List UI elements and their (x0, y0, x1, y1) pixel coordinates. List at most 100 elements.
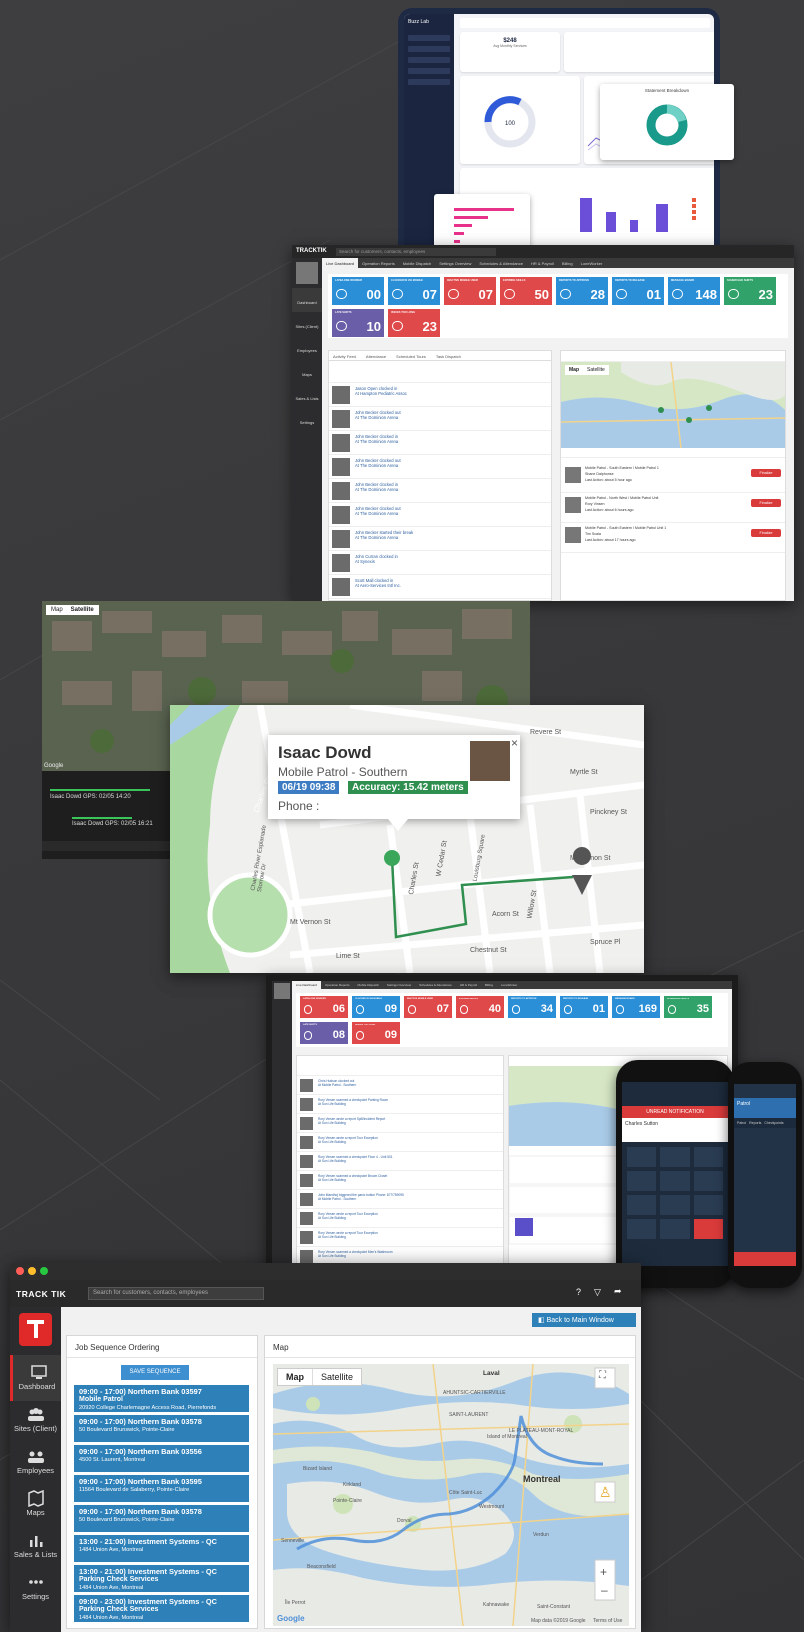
job-item[interactable]: 09:00 - 17:00) Northern Bank 03556 4500 S… (74, 1445, 249, 1472)
stat-tile[interactable]: REPORTS TO APPROVE 34 (508, 996, 556, 1018)
map-tab-map[interactable]: Map (278, 1369, 312, 1385)
nav-sites[interactable]: Sites (Client) (292, 312, 322, 336)
finalize-button[interactable]: Finalize (751, 469, 781, 477)
stat-tile[interactable]: LATE/LONE WORKER 06 (300, 996, 348, 1018)
back-to-main-button[interactable]: ◧ Back to Main Window (532, 1313, 636, 1327)
tab-billing[interactable]: Billing (481, 981, 497, 989)
finalize-button[interactable]: Finalize (751, 529, 781, 537)
stat-tile[interactable]: REPORTS TO RELEASE 01 (560, 996, 608, 1018)
job-item[interactable]: 13:00 - 21:00) Investment Systems - QC 14… (74, 1535, 249, 1562)
stat-tile[interactable]: CLOCKED IN VIA MOBILE 09 (352, 996, 400, 1018)
tab-mobile-dispatch[interactable]: Mobile Dispatch (399, 258, 435, 268)
feed-tab-activity[interactable]: Activity Feed (333, 354, 356, 359)
tab-operation-reports[interactable]: Operation Reports (321, 981, 354, 989)
stat-tile[interactable]: SCHEDULED SHIFTS 35 (664, 996, 712, 1018)
stat-tile[interactable]: MESSAGE BOARD 148 (668, 277, 720, 305)
list-item[interactable]: Jason Open clocked in At Hampton Pediatri… (329, 383, 551, 407)
job-item[interactable]: 09:00 - 17:00) Northern Bank 03597 Mobile… (74, 1385, 249, 1412)
help-icon[interactable]: ? (576, 1287, 581, 1297)
tracktik-logo[interactable] (19, 1313, 52, 1346)
search-input[interactable]: Search for customers, contacts, employee… (88, 1287, 264, 1300)
tab-operation-reports[interactable]: Operation Reports (358, 258, 399, 268)
map-tab-satellite[interactable]: Satellite (312, 1369, 361, 1385)
tablet-nav-item[interactable] (408, 68, 450, 74)
nav-dashboard[interactable]: Dashboard (292, 288, 322, 312)
nav-settings[interactable]: Settings (10, 1565, 61, 1611)
list-item[interactable]: Chris Hudson clocked out At Mobile Patrol… (297, 1076, 503, 1095)
list-item[interactable]: Rory Vinsen wrote a report Tour Exceptio… (297, 1133, 503, 1152)
phone-tab-checkpoints[interactable]: Checkpoints (764, 1121, 783, 1125)
stat-tile[interactable]: ISSUES TOO LONG 23 (388, 309, 440, 337)
zoom-out-icon[interactable] (598, 1582, 612, 1598)
route-map[interactable]: ♙ + – Map Satellite ⛶ Laval Montreal Islan… (273, 1364, 629, 1626)
close-window-icon[interactable] (16, 1267, 24, 1275)
job-item[interactable]: 09:00 - 23:00) Investment Systems - QC Pa… (74, 1595, 249, 1622)
list-item[interactable]: John Becker clocked out At The Dominion A… (329, 455, 551, 479)
list-item[interactable]: Rory Vinsen scanned a checkpoint Parking… (297, 1095, 503, 1114)
list-item[interactable]: Rory Vinsen scanned a checkpoint Broom C… (297, 1171, 503, 1190)
patrol-row[interactable]: Mobile Patrol - North West / Mobile Patr… (561, 493, 785, 523)
nav-sites[interactable]: Sites (Client) (10, 1397, 61, 1443)
fullscreen-icon[interactable]: ⛶ (599, 1370, 606, 1381)
tab-loneworker[interactable]: LoneWorker (577, 258, 607, 268)
list-item[interactable]: Rory Vinsen wrote a report Spill/Inciden… (297, 1114, 503, 1133)
tab-billing[interactable]: Billing (558, 258, 577, 268)
feed-tab-tours[interactable]: Scheduled Tours (396, 354, 426, 359)
list-item[interactable]: Rory Vinsen wrote a report Tour Exceptio… (297, 1209, 503, 1228)
sat-tab-map[interactable]: Map (51, 607, 63, 613)
list-item[interactable]: John Becker started their break At The Do… (329, 527, 551, 551)
tab-loneworker[interactable]: LoneWorker (497, 981, 521, 989)
finalize-button[interactable]: Finalize (751, 499, 781, 507)
stat-tile[interactable]: LATE SHIFTS 08 (300, 1022, 348, 1044)
terms-link[interactable]: Terms of Use (593, 1618, 622, 1624)
nav-employees[interactable]: Employees (10, 1439, 61, 1485)
map-tab-satellite[interactable]: Satellite (587, 367, 605, 373)
search-input[interactable]: Search for customers, contacts, employee… (336, 248, 496, 256)
list-item[interactable]: John Becker clocked out At The Dominion A… (329, 407, 551, 431)
nav-employees[interactable]: Employees (292, 336, 322, 360)
list-item[interactable]: John Mandhoj triggered the panic button … (297, 1190, 503, 1209)
map-tab-map[interactable]: Map (569, 367, 579, 373)
tablet-nav-item[interactable] (408, 46, 450, 52)
list-item[interactable]: John Becker clocked out At The Dominion A… (329, 503, 551, 527)
share-icon[interactable]: ➦ (614, 1286, 622, 1297)
sat-tab-satellite[interactable]: Satellite (71, 607, 94, 613)
stat-tile[interactable]: INACTIVE MOBILE USER 07 (404, 996, 452, 1018)
tab-settings-overview[interactable]: Settings Overview (383, 981, 415, 989)
tablet-nav-item[interactable] (408, 79, 450, 85)
job-item[interactable]: 09:00 - 17:00) Northern Bank 03578 50 Bou… (74, 1415, 249, 1442)
stat-tile[interactable]: LATE/LONE WORKER 00 (332, 277, 384, 305)
job-item[interactable]: 09:00 - 17:00) Northern Bank 03595 11564 … (74, 1475, 249, 1502)
nav-dashboard[interactable]: Dashboard (10, 1355, 61, 1401)
notification-icon[interactable]: ▽ (594, 1287, 601, 1298)
zoom-in-icon[interactable] (598, 1562, 612, 1578)
save-sequence-button[interactable]: SAVE SEQUENCE (121, 1365, 189, 1380)
stat-tile[interactable]: INACTIVE MOBILE USER 07 (444, 277, 496, 305)
list-item[interactable]: John Becker clocked in At The Dominion Ar… (329, 479, 551, 503)
list-item[interactable]: John Curran clocked in At Synexis (329, 551, 551, 575)
stat-tile[interactable]: EXPIRING SKILLS 40 (456, 996, 504, 1018)
user-avatar[interactable] (274, 983, 290, 999)
patrol-row[interactable]: Mobile Patrol - South Eastern / Mobile P… (561, 523, 785, 553)
stat-tile[interactable]: MESSAGE BOARD 169 (612, 996, 660, 1018)
maximize-window-icon[interactable] (40, 1267, 48, 1275)
unread-notification-banner[interactable]: UNREAD NOTIFICATION (622, 1106, 728, 1118)
nav-settings[interactable]: Settings (292, 408, 322, 432)
stat-tile[interactable]: LATE SHIFTS 10 (332, 309, 384, 337)
nav-sales[interactable]: Sales & Lists (10, 1523, 61, 1569)
tablet-nav-item[interactable] (408, 57, 450, 63)
close-icon[interactable]: × (511, 736, 518, 750)
nav-maps[interactable]: Maps (292, 360, 322, 384)
stat-tile[interactable]: REPORTS TO APPROVE 28 (556, 277, 608, 305)
tab-settings-overview[interactable]: Settings Overview (435, 258, 475, 268)
user-avatar[interactable] (296, 262, 318, 284)
feed-tab-attendance[interactable]: Attendance (366, 354, 386, 359)
stat-tile[interactable]: REPORTS TO RELEASE 01 (612, 277, 664, 305)
list-item[interactable]: Rory Vinsen wrote a report Tour Exceptio… (297, 1228, 503, 1247)
list-item[interactable]: Rory Vinsen scanned a checkpoint Floor 4… (297, 1152, 503, 1171)
street-view-icon[interactable] (598, 1482, 612, 1502)
job-item[interactable]: 09:00 - 17:00) Northern Bank 03578 50 Bou… (74, 1505, 249, 1532)
nav-maps[interactable]: Maps (10, 1481, 61, 1527)
tab-mobile-dispatch[interactable]: Mobile Dispatch (354, 981, 383, 989)
list-item[interactable]: John Becker clocked in At The Dominion Ar… (329, 431, 551, 455)
